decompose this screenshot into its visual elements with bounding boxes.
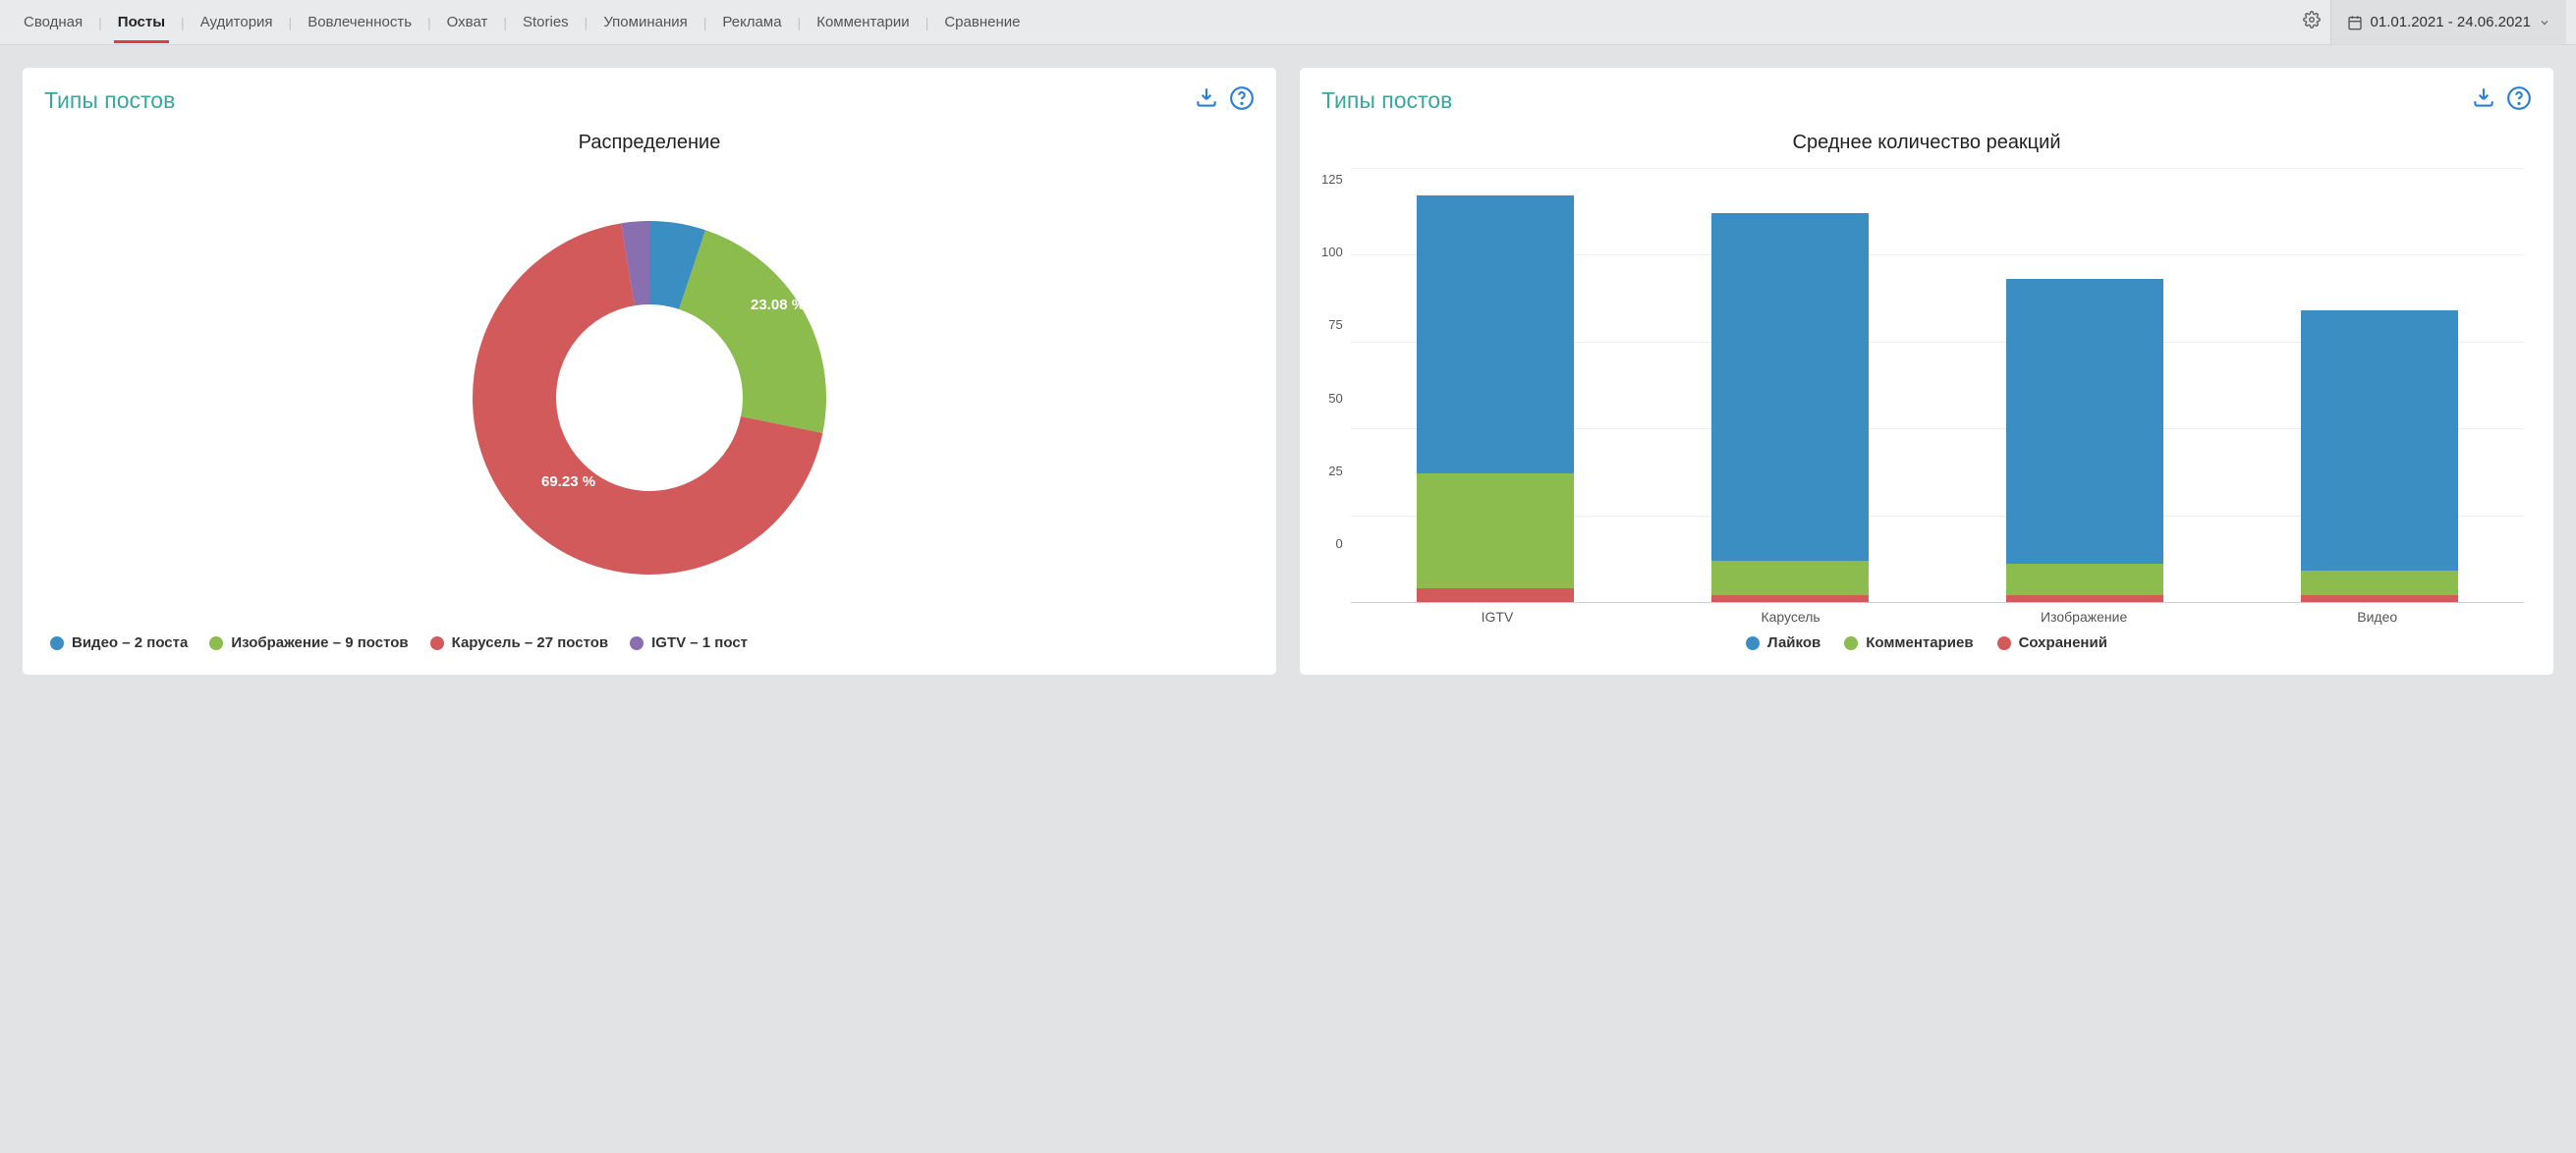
legend-item[interactable]: IGTV – 1 пост — [630, 634, 748, 651]
x-label: IGTV — [1351, 609, 1645, 625]
legend-label: Видео – 2 поста — [72, 634, 188, 651]
panel-title: Типы постов — [44, 87, 175, 114]
panel-post-types-distribution: Типы постов Распределение 23.08 % 69.23 %… — [22, 67, 1277, 676]
bar-Изображение[interactable] — [2006, 168, 2163, 602]
help-icon — [2506, 85, 2532, 111]
bar-segment-Комментариев — [1417, 473, 1574, 588]
bar-segment-Сохранений — [2006, 595, 2163, 602]
help-button[interactable] — [1229, 85, 1255, 116]
bar-segment-Лайков — [2301, 310, 2458, 571]
y-tick: 100 — [1321, 245, 1343, 259]
legend-swatch — [1746, 636, 1760, 650]
download-icon — [2471, 85, 2496, 111]
chevron-down-icon — [2539, 17, 2550, 28]
legend-swatch — [1997, 636, 2011, 650]
tab-сводная[interactable]: Сводная — [10, 2, 96, 42]
legend-label: Сохранений — [2019, 634, 2107, 651]
chart-title: Среднее количество реакций — [1321, 132, 2532, 154]
bar-legend: Лайков Комментариев Сохранений — [1321, 623, 2532, 651]
legend-label: Лайков — [1767, 634, 1820, 651]
download-button[interactable] — [1194, 85, 1219, 116]
slice-label: 69.23 % — [541, 473, 595, 490]
legend-item[interactable]: Лайков — [1746, 634, 1820, 651]
slice-label: 23.08 % — [751, 297, 805, 313]
y-tick: 25 — [1328, 464, 1342, 478]
y-tick: 125 — [1321, 172, 1343, 187]
x-label: Изображение — [1937, 609, 2231, 625]
legend-swatch — [430, 636, 444, 650]
y-tick: 75 — [1328, 317, 1342, 332]
top-bar: Сводная|Посты|Аудитория|Вовлеченность|Ох… — [0, 0, 2576, 45]
bar-segment-Комментариев — [2301, 571, 2458, 595]
panel-post-types-reactions: Типы постов Среднее количество реакций 1… — [1299, 67, 2554, 676]
bars-area — [1351, 168, 2524, 603]
x-axis: IGTVКарусельИзображениеВидео — [1351, 609, 2524, 625]
help-button[interactable] — [2506, 85, 2532, 116]
bar-segment-Сохранений — [1711, 595, 1869, 602]
bar-segment-Комментариев — [1711, 561, 1869, 595]
donut-chart: 23.08 % 69.23 % — [44, 164, 1255, 631]
donut-slice-Изображение[interactable] — [679, 230, 826, 433]
legend-label: IGTV – 1 пост — [651, 634, 748, 651]
panel-title: Типы постов — [1321, 87, 1452, 114]
date-range-picker[interactable]: 01.01.2021 - 24.06.2021 — [2330, 0, 2566, 44]
legend-swatch — [630, 636, 644, 650]
settings-button[interactable] — [2293, 3, 2330, 41]
y-tick: 0 — [1335, 536, 1342, 551]
bar-segment-Комментариев — [2006, 564, 2163, 595]
y-tick: 50 — [1328, 391, 1342, 406]
bar-Видео[interactable] — [2301, 168, 2458, 602]
legend-swatch — [209, 636, 223, 650]
bar-Карусель[interactable] — [1711, 168, 1869, 602]
legend-label: Карусель – 27 постов — [452, 634, 608, 651]
content-area: Типы постов Распределение 23.08 % 69.23 %… — [0, 45, 2576, 697]
x-label: Видео — [2230, 609, 2524, 625]
legend-label: Изображение – 9 постов — [231, 634, 408, 651]
tab-аудитория[interactable]: Аудитория — [187, 2, 287, 42]
tab-охват[interactable]: Охват — [433, 2, 502, 42]
tab-реклама[interactable]: Реклама — [708, 2, 795, 42]
tab-сравнение[interactable]: Сравнение — [930, 2, 1034, 42]
bar-segment-Лайков — [1417, 195, 1574, 473]
help-icon — [1229, 85, 1255, 111]
legend-swatch — [1844, 636, 1858, 650]
bar-segment-Сохранений — [1417, 588, 1574, 602]
date-range-text: 01.01.2021 - 24.06.2021 — [2371, 14, 2531, 30]
y-axis: 125 100 75 50 25 0 — [1321, 168, 1351, 571]
tab-комментарии[interactable]: Комментарии — [803, 2, 923, 42]
legend-item[interactable]: Комментариев — [1844, 634, 1973, 651]
bar-segment-Лайков — [1711, 213, 1869, 561]
bar-chart: 125 100 75 50 25 0 IGTVКарусельИзображениеВид… — [1321, 164, 2532, 623]
bar-segment-Лайков — [2006, 279, 2163, 564]
legend-label: Комментариев — [1866, 634, 1973, 651]
legend-item[interactable]: Сохранений — [1997, 634, 2107, 651]
tab-stories[interactable]: Stories — [509, 2, 583, 42]
legend-item[interactable]: Видео – 2 поста — [50, 634, 188, 651]
download-button[interactable] — [2471, 85, 2496, 116]
tab-упоминания[interactable]: Упоминания — [589, 2, 700, 42]
tab-вовлеченность[interactable]: Вовлеченность — [294, 2, 425, 42]
donut-legend: Видео – 2 поста Изображение – 9 постов Кар… — [44, 631, 1255, 651]
download-icon — [1194, 85, 1219, 111]
x-label: Карусель — [1644, 609, 1937, 625]
legend-swatch — [50, 636, 64, 650]
tab-посты[interactable]: Посты — [104, 2, 179, 42]
legend-item[interactable]: Карусель – 27 постов — [430, 634, 608, 651]
bar-IGTV[interactable] — [1417, 168, 1574, 602]
calendar-icon — [2347, 15, 2363, 30]
nav-tabs: Сводная|Посты|Аудитория|Вовлеченность|Ох… — [10, 2, 2293, 42]
legend-item[interactable]: Изображение – 9 постов — [209, 634, 408, 651]
chart-title: Распределение — [44, 132, 1255, 154]
gear-icon — [2303, 11, 2321, 28]
bar-segment-Сохранений — [2301, 595, 2458, 602]
